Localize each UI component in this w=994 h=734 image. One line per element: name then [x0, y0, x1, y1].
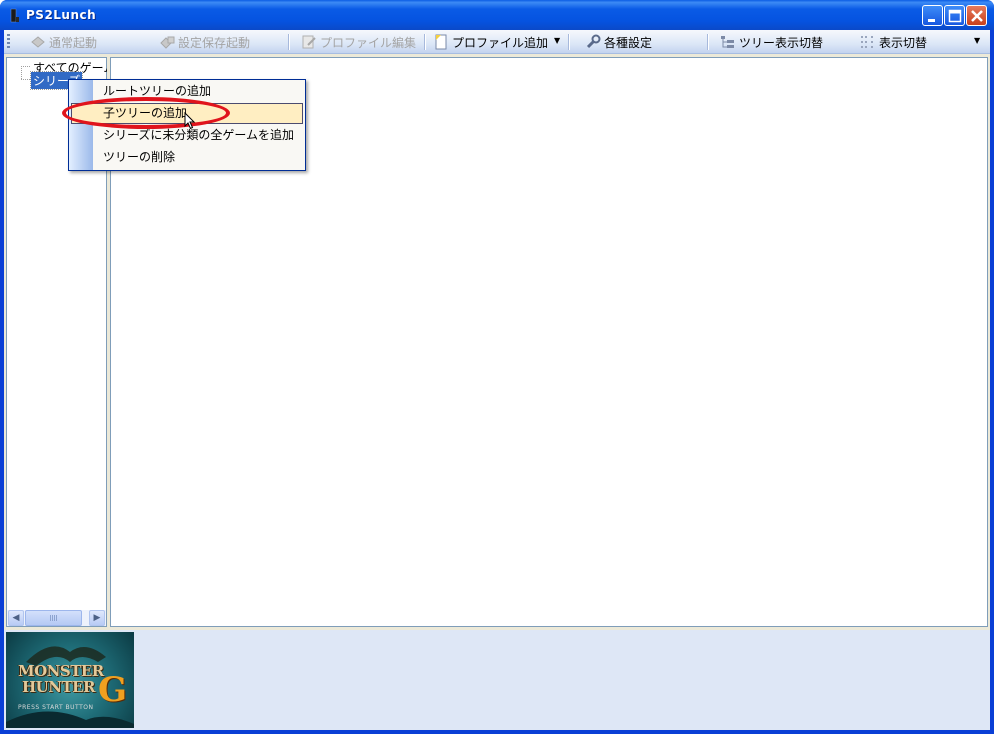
scroll-thumb[interactable] [25, 610, 82, 626]
edit-profile-button[interactable]: プロファイル編集 [301, 33, 416, 51]
normal-launch-button[interactable]: 通常起動 [30, 33, 97, 51]
tree-horizontal-scrollbar[interactable]: ◀ ▶ [7, 610, 106, 626]
play-icon [30, 34, 46, 50]
add-profile-label: プロファイル追加 [452, 35, 549, 50]
toolbar-grip[interactable] [7, 34, 10, 50]
scroll-right-icon[interactable]: ▶ [89, 610, 105, 626]
wrench-icon [585, 34, 601, 50]
annotation-ellipse [62, 97, 230, 129]
menu-item-delete-tree[interactable]: ツリーの削除 [71, 147, 303, 168]
tree-toggle-label: ツリー表示切替 [739, 35, 824, 50]
mouse-cursor-icon [184, 112, 196, 130]
settings-label: 各種設定 [604, 35, 653, 50]
toolbar-separator [288, 34, 290, 50]
edit-icon [301, 34, 317, 50]
title-bar[interactable]: PS2Lunch [0, 0, 994, 30]
toolbar: 通常起動 設定保存起動 プロファイル編集 プロファイル追加 ▼ 各種設定 ツリー… [4, 30, 990, 54]
add-profile-button[interactable]: プロファイル追加 [433, 33, 548, 51]
tree-connector [21, 79, 30, 80]
save-launch-button[interactable]: 設定保存起動 [159, 33, 250, 51]
tree-connector [21, 66, 30, 67]
toolbar-separator [568, 34, 570, 50]
view-toggle-button[interactable]: 表示切替 [860, 33, 927, 51]
tree-toggle-button[interactable]: ツリー表示切替 [720, 33, 823, 51]
tree-icon [720, 34, 736, 50]
minimize-icon [928, 19, 935, 22]
preview-panel: MONSTER HUNTER G PRESS START BUTTON [4, 630, 990, 730]
scroll-left-icon[interactable]: ◀ [8, 610, 24, 626]
close-button[interactable] [966, 5, 987, 26]
app-window: PS2Lunch 通常起動 設定保存起動 プロファイル編集 プロファイル追加 ▼… [0, 0, 994, 734]
maximize-icon [948, 9, 962, 23]
add-profile-dropdown-icon[interactable]: ▼ [554, 36, 560, 45]
settings-button[interactable]: 各種設定 [585, 33, 652, 51]
edit-profile-label: プロファイル編集 [320, 35, 417, 50]
normal-launch-label: 通常起動 [49, 35, 98, 50]
save-launch-label: 設定保存起動 [178, 35, 251, 50]
view-toggle-label: 表示切替 [879, 35, 928, 50]
view-toggle-dropdown-icon[interactable]: ▼ [974, 36, 980, 45]
window-title: PS2Lunch [26, 8, 97, 22]
tree-connector [21, 66, 22, 79]
new-doc-icon [433, 34, 449, 50]
cover-subtitle: PRESS START BUTTON [18, 704, 94, 711]
save-launch-icon [159, 34, 175, 50]
game-cover-image: MONSTER HUNTER G PRESS START BUTTON [6, 632, 134, 728]
minimize-button[interactable] [922, 5, 943, 26]
toolbar-separator [424, 34, 426, 50]
app-icon [10, 8, 19, 23]
maximize-button[interactable] [944, 5, 965, 26]
view-icon [860, 34, 876, 50]
close-icon [971, 10, 983, 22]
toolbar-separator [707, 34, 709, 50]
